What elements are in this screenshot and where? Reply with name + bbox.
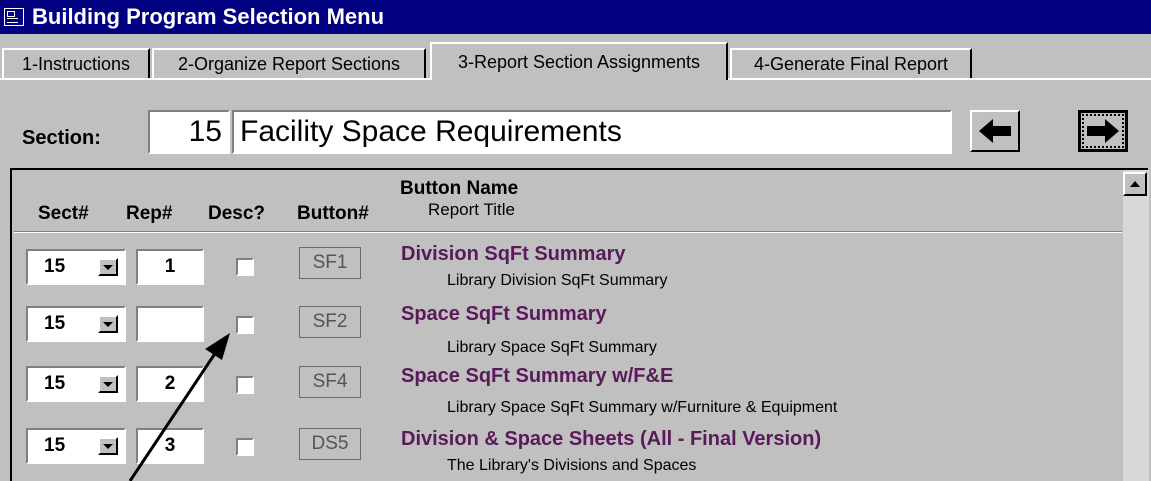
app-window: Building Program Selection Menu 1-Instru… <box>0 0 1151 481</box>
report-title: Library Space SqFt Summary <box>447 339 657 356</box>
rep-number-field[interactable]: 2 <box>136 366 204 402</box>
tab-report-section-assignments[interactable]: 3-Report Section Assignments <box>430 42 728 80</box>
desc-checkbox[interactable] <box>236 376 254 394</box>
button-code[interactable]: SF2 <box>299 306 361 338</box>
rep-number-field[interactable] <box>136 306 204 342</box>
report-title: Library Division SqFt Summary <box>447 272 668 289</box>
section-label: Section: <box>22 127 101 149</box>
sect-value: 15 <box>44 256 66 277</box>
scroll-up-button[interactable] <box>1123 172 1147 196</box>
dropdown-arrow-icon[interactable] <box>98 375 118 393</box>
button-code[interactable]: SF4 <box>299 366 361 398</box>
sect-combo[interactable]: 15 <box>26 249 126 285</box>
button-code[interactable]: DS5 <box>299 428 361 460</box>
col-header-button: Button# <box>297 203 369 224</box>
window-title: Building Program Selection Menu <box>32 4 385 29</box>
button-code[interactable]: SF1 <box>299 247 361 279</box>
dropdown-arrow-icon[interactable] <box>98 315 118 333</box>
dropdown-arrow-icon[interactable] <box>98 258 118 276</box>
desc-checkbox[interactable] <box>236 438 254 456</box>
report-title: The Library's Divisions and Spaces <box>447 457 697 474</box>
sect-value: 15 <box>44 435 66 456</box>
rep-number-field[interactable]: 3 <box>136 428 204 464</box>
desc-checkbox[interactable] <box>236 316 254 334</box>
tab-organize-report-sections[interactable]: 2-Organize Report Sections <box>152 48 426 78</box>
form-icon <box>4 8 24 26</box>
title-bar: Building Program Selection Menu <box>0 0 1151 34</box>
header-separator <box>14 231 1122 233</box>
col-header-sect: Sect# <box>38 203 89 224</box>
button-name: Division & Space Sheets (All - Final Ver… <box>401 428 822 450</box>
sect-combo[interactable]: 15 <box>26 366 126 402</box>
button-name: Space SqFt Summary w/F&E <box>401 365 674 387</box>
vertical-scrollbar[interactable] <box>1123 170 1149 481</box>
col-header-rep: Rep# <box>126 203 173 224</box>
sect-value: 15 <box>44 373 66 394</box>
section-number-field[interactable]: 15 <box>148 110 230 154</box>
col-header-report-title: Report Title <box>428 200 515 219</box>
tab-instructions[interactable]: 1-Instructions <box>2 48 150 78</box>
desc-checkbox[interactable] <box>236 258 254 276</box>
button-name: Space SqFt Summary <box>401 303 607 325</box>
left-arrow-icon <box>979 119 1011 143</box>
section-title-field[interactable]: Facility Space Requirements <box>232 110 952 154</box>
button-name: Division SqFt Summary <box>401 243 626 265</box>
rep-number-field[interactable]: 1 <box>136 249 204 285</box>
previous-section-button[interactable] <box>970 110 1020 152</box>
col-header-button-name: Button Name <box>400 178 519 199</box>
sect-combo[interactable]: 15 <box>26 428 126 464</box>
tab-generate-final-report[interactable]: 4-Generate Final Report <box>730 48 972 78</box>
next-section-button[interactable] <box>1078 110 1128 152</box>
scroll-up-icon <box>1130 181 1140 187</box>
sect-combo[interactable]: 15 <box>26 306 126 342</box>
tab-strip: 1-Instructions 2-Organize Report Section… <box>0 34 1151 80</box>
report-title: Library Space SqFt Summary w/Furniture &… <box>447 399 838 416</box>
right-arrow-icon <box>1087 119 1119 143</box>
dropdown-arrow-icon[interactable] <box>98 437 118 455</box>
col-header-desc: Desc? <box>208 203 266 224</box>
sect-value: 15 <box>44 313 66 334</box>
